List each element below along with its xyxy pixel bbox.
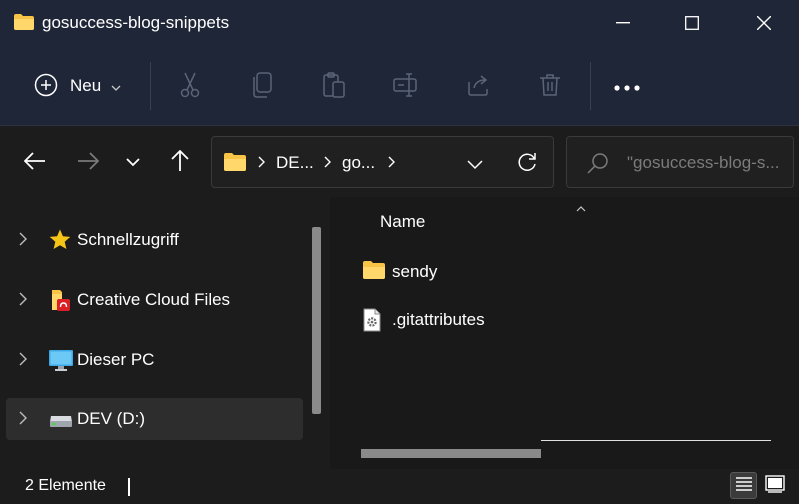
minimize-button[interactable] [600,0,646,46]
chevron-right-icon [258,155,265,171]
text-cursor [128,478,130,496]
horizontal-scrollbar[interactable] [361,449,541,458]
chevron-right-icon [324,155,331,171]
sort-ascending-icon [576,199,586,215]
file-name: .gitattributes [392,310,485,329]
navigation-pane: Schnellzugriff Creative Cloud Files Dies… [0,197,330,469]
maximize-button[interactable] [669,0,715,46]
file-list: Name sendy .gitattributes [330,197,799,469]
toolbar-divider [150,62,151,110]
divider [541,440,771,441]
folder-icon [13,13,35,34]
column-header-name[interactable]: Name [380,212,425,232]
navigation-bar: DE... go... "gosuccess-blog-s... [0,127,799,197]
sidebar-item-creative-cloud[interactable]: Creative Cloud Files [6,279,303,321]
chevron-right-icon [388,155,395,171]
chevron-down-icon [111,78,121,94]
search-input[interactable]: "gosuccess-blog-s... [627,153,780,173]
plus-circle-icon [34,73,58,100]
monitor-icon [48,348,74,372]
scissors-icon [178,72,202,101]
arrow-up-icon [171,149,189,175]
star-icon [48,228,74,252]
list-item[interactable]: .gitattributes [360,300,780,340]
breadcrumb-folder[interactable]: go... [342,153,375,173]
recent-locations-button[interactable] [117,146,149,178]
details-view-button[interactable] [730,472,757,499]
paste-button[interactable] [318,62,350,110]
drive-icon [48,407,74,431]
tiles-view-button[interactable] [761,472,788,499]
details-view-icon [735,476,753,495]
share-icon [466,73,490,100]
status-bar: 2 Elemente [0,469,799,504]
sidebar-item-label: Dieser PC [77,350,155,369]
sidebar-item-dev-drive[interactable]: DEV (D:) [6,398,303,440]
sidebar-scrollbar[interactable] [312,227,321,414]
ellipsis-icon [614,78,640,94]
sidebar-item-this-pc[interactable]: Dieser PC [6,339,303,381]
address-bar[interactable]: DE... go... [211,136,554,188]
item-count: 2 Elemente [25,477,106,494]
share-button[interactable] [462,62,494,110]
chevron-right-icon[interactable] [19,411,27,428]
sidebar-item-label: Schnellzugriff [77,230,179,249]
address-dropdown-button[interactable] [467,157,483,173]
new-button-label: Neu [70,76,102,95]
chevron-right-icon[interactable] [19,232,27,249]
up-button[interactable] [164,146,196,178]
rename-icon [393,72,419,100]
title-bar: gosuccess-blog-snippets [0,0,799,46]
sidebar-item-quick-access[interactable]: Schnellzugriff [6,219,303,261]
refresh-button[interactable] [516,151,538,176]
more-options-button[interactable] [611,62,643,110]
chevron-right-icon[interactable] [19,292,27,309]
trash-icon [539,73,561,100]
arrow-right-icon [77,151,100,173]
toolbar-divider [590,62,591,110]
window-title: gosuccess-blog-snippets [42,13,230,32]
copy-button[interactable] [246,62,278,110]
search-box[interactable]: "gosuccess-blog-s... [566,136,794,188]
settings-file-icon [362,308,382,335]
command-bar: Neu [0,46,799,126]
file-name: sendy [392,262,438,281]
cut-button[interactable] [174,62,206,110]
rename-button[interactable] [390,62,422,110]
breadcrumb-drive[interactable]: DE... [276,153,314,173]
tiles-view-icon [764,475,785,496]
sidebar-item-label: Creative Cloud Files [77,290,231,309]
clipboard-icon [322,71,346,101]
forward-button[interactable] [72,146,104,178]
folder-icon [223,152,247,175]
back-button[interactable] [19,146,51,178]
new-button[interactable]: Neu [34,62,121,110]
close-button[interactable] [741,0,787,46]
arrow-left-icon [23,151,46,173]
copy-icon [251,71,273,101]
delete-button[interactable] [534,62,566,110]
sidebar-item-label: DEV (D:) [77,409,145,428]
chevron-down-icon [126,154,140,170]
folder-icon [362,260,386,283]
creative-cloud-folder-icon [48,288,74,312]
search-icon [587,152,609,177]
list-item[interactable]: sendy [360,252,780,292]
chevron-right-icon[interactable] [19,352,27,369]
